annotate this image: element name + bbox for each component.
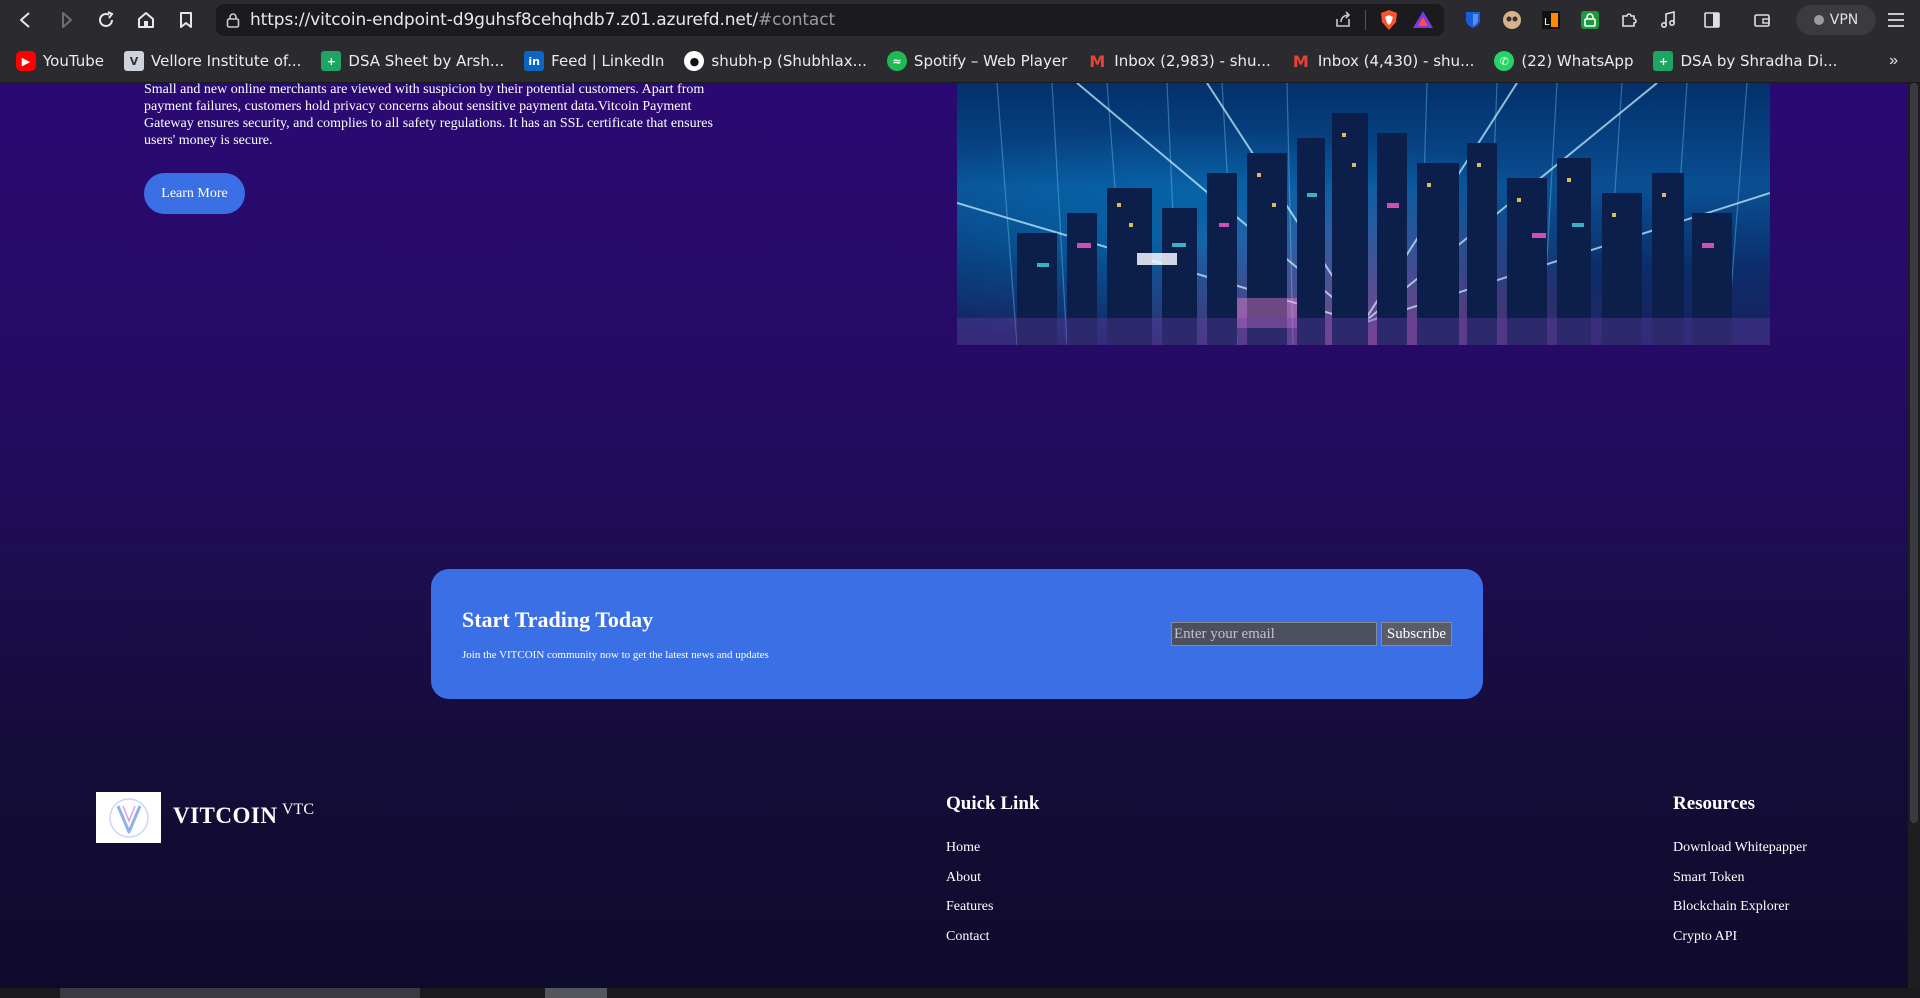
browser-toolbar: https://vitcoin-endpoint-d9guhsf8cehqhdb… [0,0,1920,40]
footer-brand-name: VITCOIN [173,803,278,828]
forward-arrow-icon [62,12,72,28]
brave-shields-icon[interactable] [1378,9,1400,31]
bookmark-label: shubh-p (Shubhlax... [711,52,867,70]
media-music-icon[interactable] [1651,0,1685,40]
gmail-icon: M [1292,51,1309,71]
vpn-label: VPN [1829,12,1859,28]
bookmark-label: Spotify – Web Player [913,52,1068,70]
extensions-puzzle-icon[interactable] [1612,0,1646,40]
home-icon [138,12,154,28]
whatsapp-icon: ✆ [1494,51,1515,71]
url-text: https://vitcoin-endpoint-d9guhsf8cehqhdb… [250,10,835,30]
footer-link-home[interactable]: Home [946,839,993,869]
bookmarks-overflow-button[interactable]: » [1889,52,1898,70]
github-icon: ● [684,51,705,71]
home-button[interactable] [126,0,166,40]
bookmark-label: DSA by Shradha Di... [1680,52,1838,70]
password-lock-icon[interactable] [1573,0,1607,40]
back-arrow-icon [20,12,30,28]
cta-subtitle: Join the VITCOIN community now to get th… [462,649,769,661]
footer-link-about[interactable]: About [946,869,993,899]
bookmark-whatsapp[interactable]: ✆ (22) WhatsApp [1494,51,1633,71]
taskbar-segment [545,988,607,998]
start-trading-banner: Start Trading Today Join the VITCOIN com… [431,569,1483,699]
linkedin-icon: in [524,51,545,71]
vpn-button[interactable]: VPN [1796,5,1876,35]
sheets-icon: + [1653,51,1674,71]
svg-text:L: L [1544,17,1550,28]
bookmark-youtube[interactable]: ▶ YouTube [16,51,104,71]
bookmark-dsa-shradha[interactable]: + DSA by Shradha Di... [1653,51,1837,71]
futuristic-city-image [957,83,1770,345]
footer-link-whitepaper[interactable]: Download Whitepapper [1673,839,1807,869]
extension-face-icon[interactable] [1495,0,1529,40]
bookmark-label: Vellore Institute of... [151,52,302,70]
vitcoin-logo[interactable] [96,792,161,843]
back-button[interactable] [6,0,46,40]
bookmark-label: Inbox (4,430) - shu... [1317,52,1475,70]
vit-icon: V [124,51,144,71]
lock-icon [216,12,250,28]
subscribe-button[interactable]: Subscribe [1381,622,1452,646]
footer-ticker: VTC [282,801,314,818]
youtube-icon: ▶ [16,51,36,71]
footer-link-blockchain-explorer[interactable]: Blockchain Explorer [1673,898,1807,928]
reload-button[interactable] [86,0,126,40]
bookmark-github[interactable]: ● shubh-p (Shubhlax... [684,51,867,71]
bookmark-linkedin[interactable]: in Feed | LinkedIn [524,51,664,71]
resources-heading: Resources [1673,793,1755,814]
forward-button[interactable] [46,0,86,40]
bookmark-label: Feed | LinkedIn [551,52,665,70]
bookmark-icon [180,12,192,28]
quick-link-heading: Quick Link [946,793,1040,814]
bookmark-label: YouTube [43,52,104,70]
reload-icon [99,11,114,27]
spotify-icon: ≈ [886,51,907,71]
bookmark-label: Inbox (2,983) - shu... [1114,52,1271,70]
learn-more-button[interactable]: Learn More [144,173,245,214]
email-input[interactable] [1171,622,1377,646]
vpn-status-dot [1813,15,1824,25]
cta-title: Start Trading Today [462,607,654,632]
footer-link-features[interactable]: Features [946,898,993,928]
gmail-icon: M [1089,51,1106,71]
share-icon[interactable] [1333,10,1353,30]
bookmark-spotify[interactable]: ≈ Spotify – Web Player [886,51,1068,71]
wallet-icon[interactable] [1745,0,1779,40]
bookmark-label: (22) WhatsApp [1521,52,1634,70]
resources-list: Download Whitepapper Smart Token Blockch… [1673,839,1807,957]
bookmark-button[interactable] [166,0,206,40]
bookmark-dsa-sheet[interactable]: + DSA Sheet by Arsh... [321,51,504,71]
footer-link-smart-token[interactable]: Smart Token [1673,869,1807,899]
bookmark-gmail-2[interactable]: M Inbox (4,430) - shu... [1291,51,1475,71]
url-main: https://vitcoin-endpoint-d9guhsf8cehqhdb… [250,10,758,30]
taskbar-strip [0,988,1920,998]
footer-link-crypto-api[interactable]: Crypto API [1673,928,1807,958]
page-scrollbar[interactable] [1908,83,1920,988]
bookmarks-bar: ▶ YouTube V Vellore Institute of... + DS… [0,40,1920,83]
bookmark-vit[interactable]: V Vellore Institute of... [124,51,301,71]
city-illustration [957,83,1770,345]
taskbar-segment [60,988,420,998]
footer-link-contact[interactable]: Contact [946,928,993,958]
bookmark-label: DSA Sheet by Arsh... [348,52,505,70]
brave-rewards-icon[interactable] [1412,9,1434,31]
bitwarden-icon[interactable] [1456,0,1490,40]
payment-gateway-text: Small and new online merchants are viewe… [144,83,713,148]
menu-hamburger-icon[interactable] [1876,0,1916,40]
vitcoin-logo-icon [108,797,149,838]
address-bar[interactable]: https://vitcoin-endpoint-d9guhsf8cehqhdb… [216,4,1444,36]
sidebar-toggle-icon[interactable] [1695,0,1729,40]
bookmark-gmail-1[interactable]: M Inbox (2,983) - shu... [1087,51,1271,71]
web-page: Small and new online merchants are viewe… [0,83,1920,988]
lighthouse-icon[interactable]: L [1534,0,1568,40]
url-fragment: #contact [758,10,836,30]
sheets-icon: + [321,51,342,71]
scrollbar-thumb[interactable] [1910,83,1918,823]
quick-link-list: Home About Features Contact [946,839,993,957]
